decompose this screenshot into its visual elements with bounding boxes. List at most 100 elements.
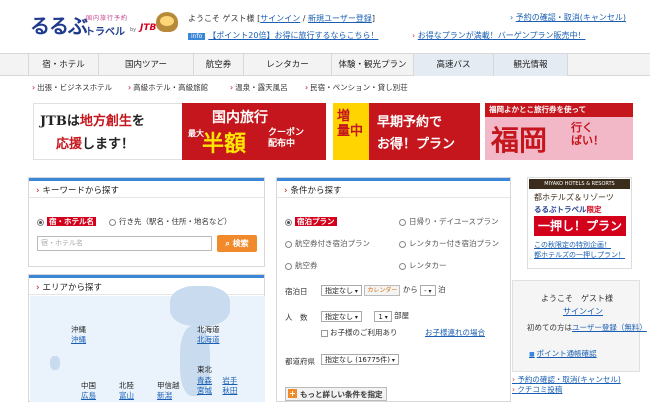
register-link[interactable]: 新規ユーザー登録 xyxy=(308,14,372,23)
radio-icon[interactable] xyxy=(399,262,406,270)
region-koshinetsu-name: 甲信越 xyxy=(157,381,180,390)
banner-regional[interactable]: JTBは地方創生を 応援します！ xyxy=(33,103,183,160)
sub-nav: 出張・ビジネスホテル 高級ホテル・高級旅館 温泉・露天風呂 民宿・ペンション・貸… xyxy=(0,79,650,95)
banner2-coupon-l1: クーポン xyxy=(268,128,305,138)
region-aomori[interactable]: 青森 xyxy=(197,376,212,385)
banner-early[interactable]: 増量中 早期予約で お得！プラン xyxy=(333,103,480,160)
ad-link1[interactable]: この秋限定の特別企画！ xyxy=(534,241,611,249)
plan-air[interactable]: 航空券 xyxy=(285,260,318,271)
bottom-review-link[interactable]: クチコミ投稿 xyxy=(512,385,621,395)
nav-rentacar[interactable]: レンタカー xyxy=(244,54,332,76)
nav-air[interactable]: 航空券 xyxy=(194,54,244,76)
login-box: ようこそ ゲスト様 サインイン 初めての方はユーザー登録（無料） ポイント通帳確… xyxy=(512,280,647,372)
nav-activity[interactable]: 体験・観光プラン xyxy=(332,54,414,76)
reservation-link[interactable]: 予約の確認・取消(キャンセル) xyxy=(516,13,626,22)
nights-select[interactable]: - xyxy=(420,284,436,296)
calendar-button[interactable]: カレンダー xyxy=(364,284,401,296)
subnav-luxury[interactable]: 高級ホテル・高級旅館 xyxy=(128,82,208,93)
region-hokuriku[interactable]: 北陸 富山 xyxy=(119,381,134,401)
banner1-chiho: 地方創生 xyxy=(79,114,132,129)
people-row: 指定なし 1 部屋 xyxy=(321,310,409,322)
radio-icon[interactable] xyxy=(37,218,44,226)
plan-car-stay[interactable]: レンタカー付き宿泊プラン xyxy=(399,238,499,249)
region-hokkaido-link[interactable]: 北海道 xyxy=(197,335,220,345)
banner-coupon[interactable]: 国内旅行 最大 半額 クーポン 配布中 xyxy=(182,103,326,160)
region-koshinetsu[interactable]: 甲信越 新潟 xyxy=(157,381,180,401)
plan-dayuse[interactable]: 日帰り・デイユースプラン xyxy=(399,216,498,227)
ad-limited: るるぶトラベル限定 xyxy=(534,204,602,215)
reservation-check[interactable]: › 予約の確認・取消(キャンセル) xyxy=(510,12,626,23)
radio-icon[interactable] xyxy=(285,262,292,270)
plan-stay[interactable]: 宿泊プラン xyxy=(285,216,337,227)
region-chugoku[interactable]: 中国 広島 xyxy=(81,381,96,401)
region-akita[interactable]: 秋田 xyxy=(222,386,237,395)
nav-hotel[interactable]: 宿・ホテル xyxy=(28,54,99,76)
banner1-oen: 応援 xyxy=(56,137,83,152)
banner4-fukuoka: 福岡 xyxy=(491,124,548,157)
region-niigata[interactable]: 新潟 xyxy=(157,391,180,401)
pref-select[interactable]: 指定なし (16775件) xyxy=(321,354,399,365)
subnav-minshuku[interactable]: 民宿・ペンション・貸し別荘 xyxy=(305,82,408,93)
radio-icon[interactable] xyxy=(399,218,406,226)
area-panel: エリアから探す 沖縄沖縄 北海道北海道 東北 青森 岩手 宮城 秋田 中国広島 … xyxy=(28,274,265,402)
banner1-shimasu: します！ xyxy=(82,137,135,152)
rooms-select[interactable]: 1 xyxy=(374,310,392,322)
banner3-line2: お得！プラン xyxy=(377,137,456,152)
people-label: 人 数 xyxy=(285,313,308,322)
info-badge: info xyxy=(188,33,206,40)
signin-link[interactable]: サインイン xyxy=(260,14,300,23)
login-register-link[interactable]: ユーザー登録（無料） xyxy=(572,323,647,332)
region-hokkaido[interactable]: 北海道 北海道 xyxy=(197,325,220,345)
region-miyagi[interactable]: 宮城 xyxy=(197,386,212,395)
kids-link[interactable]: お子様連れの場合 xyxy=(425,327,485,338)
region-okinawa-link[interactable]: 沖縄 xyxy=(71,335,86,345)
nav-tour[interactable]: 国内ツアー xyxy=(99,54,194,76)
pref-row: 指定なし (16775件) xyxy=(321,354,399,365)
region-tohoku: 東北 xyxy=(197,365,212,375)
radio-icon[interactable] xyxy=(285,218,292,226)
subnav-business[interactable]: 出張・ビジネスホテル xyxy=(32,82,112,93)
promo2-link[interactable]: お得なプランが満載！バーゲンプラン販売中！ xyxy=(418,31,586,40)
region-tohoku-links2: 宮城 秋田 xyxy=(197,386,237,396)
region-tohoku-links: 青森 岩手 xyxy=(197,376,237,386)
logo-sub: 国内旅行予約 xyxy=(86,15,129,22)
miyako-ad[interactable]: MIYAKO HOTELS & RESORTS 都ホテルズ＆リゾーツ るるぶトラ… xyxy=(527,177,632,269)
radio-icon[interactable] xyxy=(109,218,116,226)
checkin-label: 宿泊日 xyxy=(285,287,308,296)
promo1-link[interactable]: 【ポイント20倍】お得に旅行するならこちら！ xyxy=(208,31,378,40)
nav-bus[interactable]: 高速バス xyxy=(414,54,494,76)
checkin-select[interactable]: 指定なし xyxy=(321,284,362,296)
radio-icon[interactable] xyxy=(399,240,406,248)
banner2-half: 半額 xyxy=(202,132,247,157)
login-signin[interactable]: サインイン xyxy=(563,306,603,317)
checkbox-icon[interactable] xyxy=(321,329,328,337)
plan-car[interactable]: レンタカー xyxy=(399,260,447,271)
ad-link2[interactable]: 都ホテルズの一押しプラン！ xyxy=(534,251,625,259)
nav-info[interactable]: 観光情報 xyxy=(494,54,568,76)
search-button[interactable]: ⌕ 検索 xyxy=(217,235,257,252)
area-title: エリアから探す xyxy=(29,275,264,295)
banner4-top: 福岡よかとこ旅行券を使って xyxy=(485,103,633,117)
kids-check-label: お子様のご利用あり xyxy=(330,328,398,337)
people-select[interactable]: 指定なし xyxy=(321,310,362,322)
plan-air-stay[interactable]: 航空券付き宿泊プラン xyxy=(285,238,370,249)
logo-jtb: JTB xyxy=(140,23,157,33)
region-hiroshima[interactable]: 広島 xyxy=(81,391,96,401)
more-conditions-button[interactable]: もっと詳しい条件を指定 xyxy=(285,387,387,401)
banner-fukuoka[interactable]: 福岡よかとこ旅行券を使って 福岡 行く ばい！ xyxy=(485,103,633,160)
region-iwate[interactable]: 岩手 xyxy=(222,376,237,385)
keyword-input[interactable]: 宿・ホテル名 xyxy=(37,236,212,251)
login-first-text: 初めての方は xyxy=(527,323,572,332)
banner1-jtb: JTBは xyxy=(40,114,80,129)
point-link[interactable]: ポイント通帳確認 xyxy=(529,348,597,359)
subnav-onsen[interactable]: 温泉・露天風呂 xyxy=(230,82,288,93)
radio-icon[interactable] xyxy=(285,240,292,248)
info-line: info 【ポイント20倍】お得に旅行するならこちら！ xyxy=(188,30,378,41)
region-toyama[interactable]: 富山 xyxy=(119,391,134,401)
bottom-reservation-link[interactable]: 予約の確認・取消(キャンセル) xyxy=(512,375,620,385)
condition-panel: 条件から探す 宿泊プラン 日帰り・デイユースプラン 航空券付き宿泊プラン レンタ… xyxy=(276,177,511,402)
radio-destination[interactable]: 行き先（駅名・住所・地名など） xyxy=(109,216,232,227)
region-okinawa[interactable]: 沖縄 沖縄 xyxy=(71,325,86,345)
kids-check[interactable]: お子様のご利用あり xyxy=(321,327,398,338)
radio-hotel-name[interactable]: 宿・ホテル名 xyxy=(37,216,96,227)
